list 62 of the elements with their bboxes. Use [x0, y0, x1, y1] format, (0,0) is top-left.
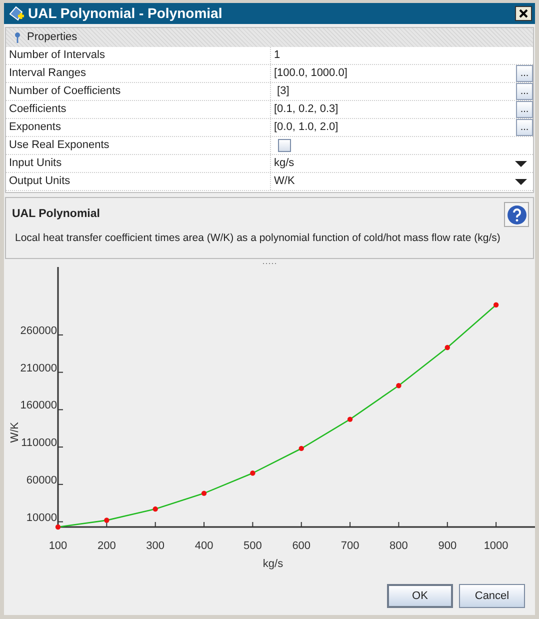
x-tick-label: 800 [390, 540, 408, 552]
data-point [444, 344, 450, 350]
x-axis-title: kg/s [262, 558, 284, 570]
data-point [104, 518, 110, 523]
data-point [298, 446, 304, 452]
ellipsis-button[interactable]: ... [516, 101, 533, 118]
x-tick-label: 600 [292, 540, 311, 552]
ellipsis-button[interactable]: ... [516, 83, 533, 100]
y-tick-label: 260000 [20, 324, 57, 337]
property-label: Number of Intervals [6, 47, 271, 64]
close-button[interactable] [515, 6, 532, 21]
data-point [347, 416, 353, 422]
x-tick-label: 500 [244, 540, 262, 552]
property-label: Input Units [6, 155, 271, 172]
y-tick-label: 10000 [26, 512, 57, 524]
y-tick-label: 60000 [26, 474, 57, 486]
x-tick-label: 100 [48, 540, 68, 552]
property-label: Output Units [6, 173, 271, 190]
description-text: Local heat transfer coefficient times area (W/K) as a polynomial function of cold/hot mass flow rate (kg/s) [15, 231, 500, 246]
ellipsis-button[interactable]: ... [516, 65, 533, 82]
data-point [152, 506, 158, 512]
x-tick-label: 200 [98, 540, 116, 552]
x-tick-label: 700 [340, 540, 360, 552]
y-axis-title: W/K [9, 422, 21, 443]
section-header[interactable]: Properties [27, 29, 78, 46]
y-tick-label: 210000 [20, 362, 57, 374]
data-point [55, 524, 61, 530]
data-point [493, 302, 499, 308]
property-value: [0.1, 0.2, 0.3] [274, 102, 338, 118]
splitter-handle[interactable]: ····· [4, 259, 535, 267]
dropdown-arrow-icon[interactable] [515, 178, 527, 184]
x-tick-label: 400 [194, 540, 214, 552]
x-tick-label: 300 [146, 540, 165, 552]
x-tick-label: 1000 [484, 540, 508, 552]
cancel-button[interactable]: Cancel [459, 584, 525, 608]
property-label: Interval Ranges [6, 65, 271, 82]
dropdown-value[interactable]: kg/s [274, 155, 294, 172]
window-title: UAL Polynomial - Polynomial [28, 4, 222, 23]
y-tick-label: 160000 [20, 400, 57, 412]
property-value: [0.0, 1.0, 2.0] [274, 120, 338, 136]
x-tick-label: 900 [438, 540, 457, 552]
property-label: Coefficients [6, 101, 271, 118]
dropdown-arrow-icon[interactable] [515, 160, 527, 166]
property-label: Number of Coefficients [6, 83, 271, 100]
checkbox[interactable] [278, 139, 291, 152]
help-button[interactable] [504, 202, 529, 227]
property-value: 1 [274, 48, 280, 64]
ok-button[interactable]: OK [387, 584, 453, 608]
property-value: [100.0, 1000.0] [274, 66, 348, 82]
property-label: Exponents [6, 119, 271, 136]
ellipsis-button[interactable]: ... [516, 119, 533, 136]
property-label: Use Real Exponents [6, 137, 271, 154]
y-tick-label: 110000 [21, 437, 57, 450]
data-point [396, 383, 402, 388]
data-point [201, 490, 207, 496]
description-title: UAL Polynomial [12, 207, 100, 222]
close-icon[interactable] [519, 9, 528, 18]
app-icon [7, 4, 25, 22]
pin-icon [14, 32, 21, 43]
property-value: [3] [276, 84, 290, 100]
data-point [250, 470, 256, 476]
dropdown-value[interactable]: W/K [274, 173, 295, 190]
